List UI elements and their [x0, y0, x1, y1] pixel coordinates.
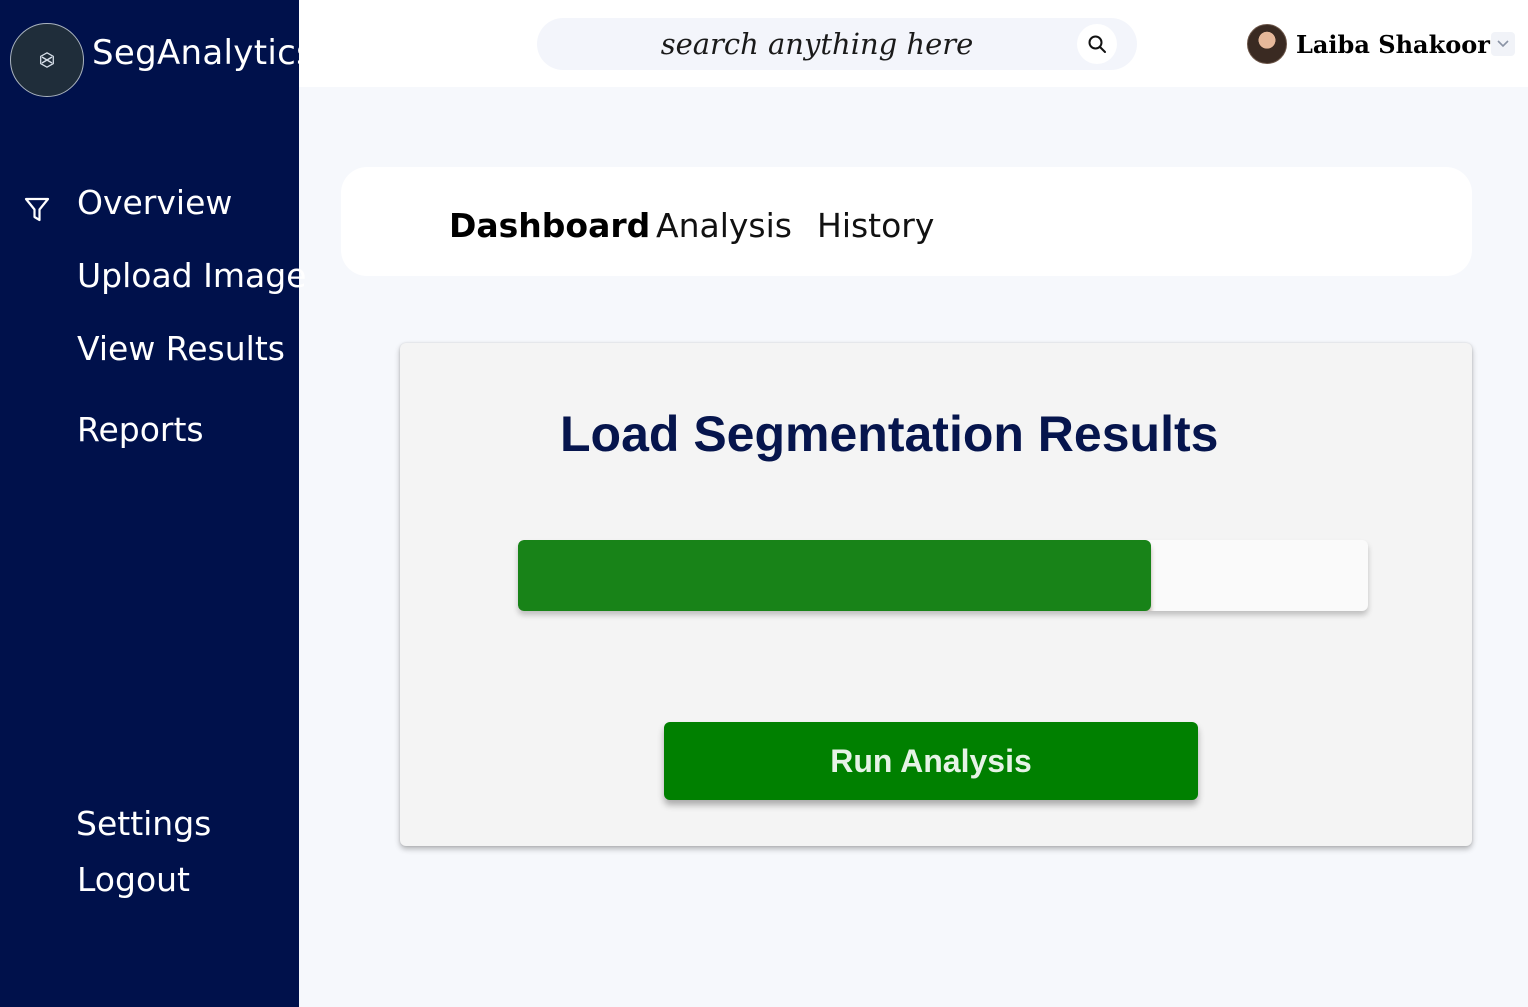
run-analysis-button[interactable]: Run Analysis [664, 722, 1198, 800]
filter-icon [24, 197, 50, 222]
sidebar-item-settings[interactable]: Settings [76, 804, 211, 843]
user-menu-toggle[interactable] [1491, 32, 1515, 56]
app-brand: SegAnalytics [92, 33, 315, 73]
sidebar-item-logout[interactable]: Logout [77, 860, 190, 899]
search-button[interactable] [1077, 24, 1117, 64]
tab-history[interactable]: History [817, 206, 934, 245]
search-input[interactable] [577, 24, 1057, 64]
sidebar-item-view-results[interactable]: View Results [77, 329, 285, 368]
sidebar-item-overview[interactable]: Overview [77, 183, 232, 222]
avatar [1247, 24, 1287, 64]
page-title: Load Segmentation Results [560, 406, 1219, 462]
progress-bar [518, 540, 1368, 611]
user-profile[interactable]: Laiba Shakoor [1247, 24, 1490, 64]
top-bar: Laiba Shakoor [299, 0, 1528, 87]
tab-bar: Dashboard Analysis History [341, 167, 1472, 276]
tab-analysis[interactable]: Analysis [656, 206, 792, 245]
segmentation-card: Load Segmentation Results Run Analysis [400, 343, 1472, 846]
search-icon [1088, 35, 1106, 53]
sidebar: SegAnalytics Overview Upload Image View … [0, 0, 314, 1007]
sidebar-item-upload-image[interactable]: Upload Image [77, 256, 306, 295]
sidebar-item-reports[interactable]: Reports [77, 410, 204, 449]
user-name: Laiba Shakoor [1296, 29, 1490, 59]
tab-dashboard[interactable]: Dashboard [449, 206, 650, 245]
progress-fill [518, 540, 1152, 611]
logo-icon [40, 52, 54, 68]
chevron-down-icon [1497, 40, 1509, 48]
app-logo[interactable] [10, 23, 84, 97]
search-bar [537, 18, 1137, 70]
